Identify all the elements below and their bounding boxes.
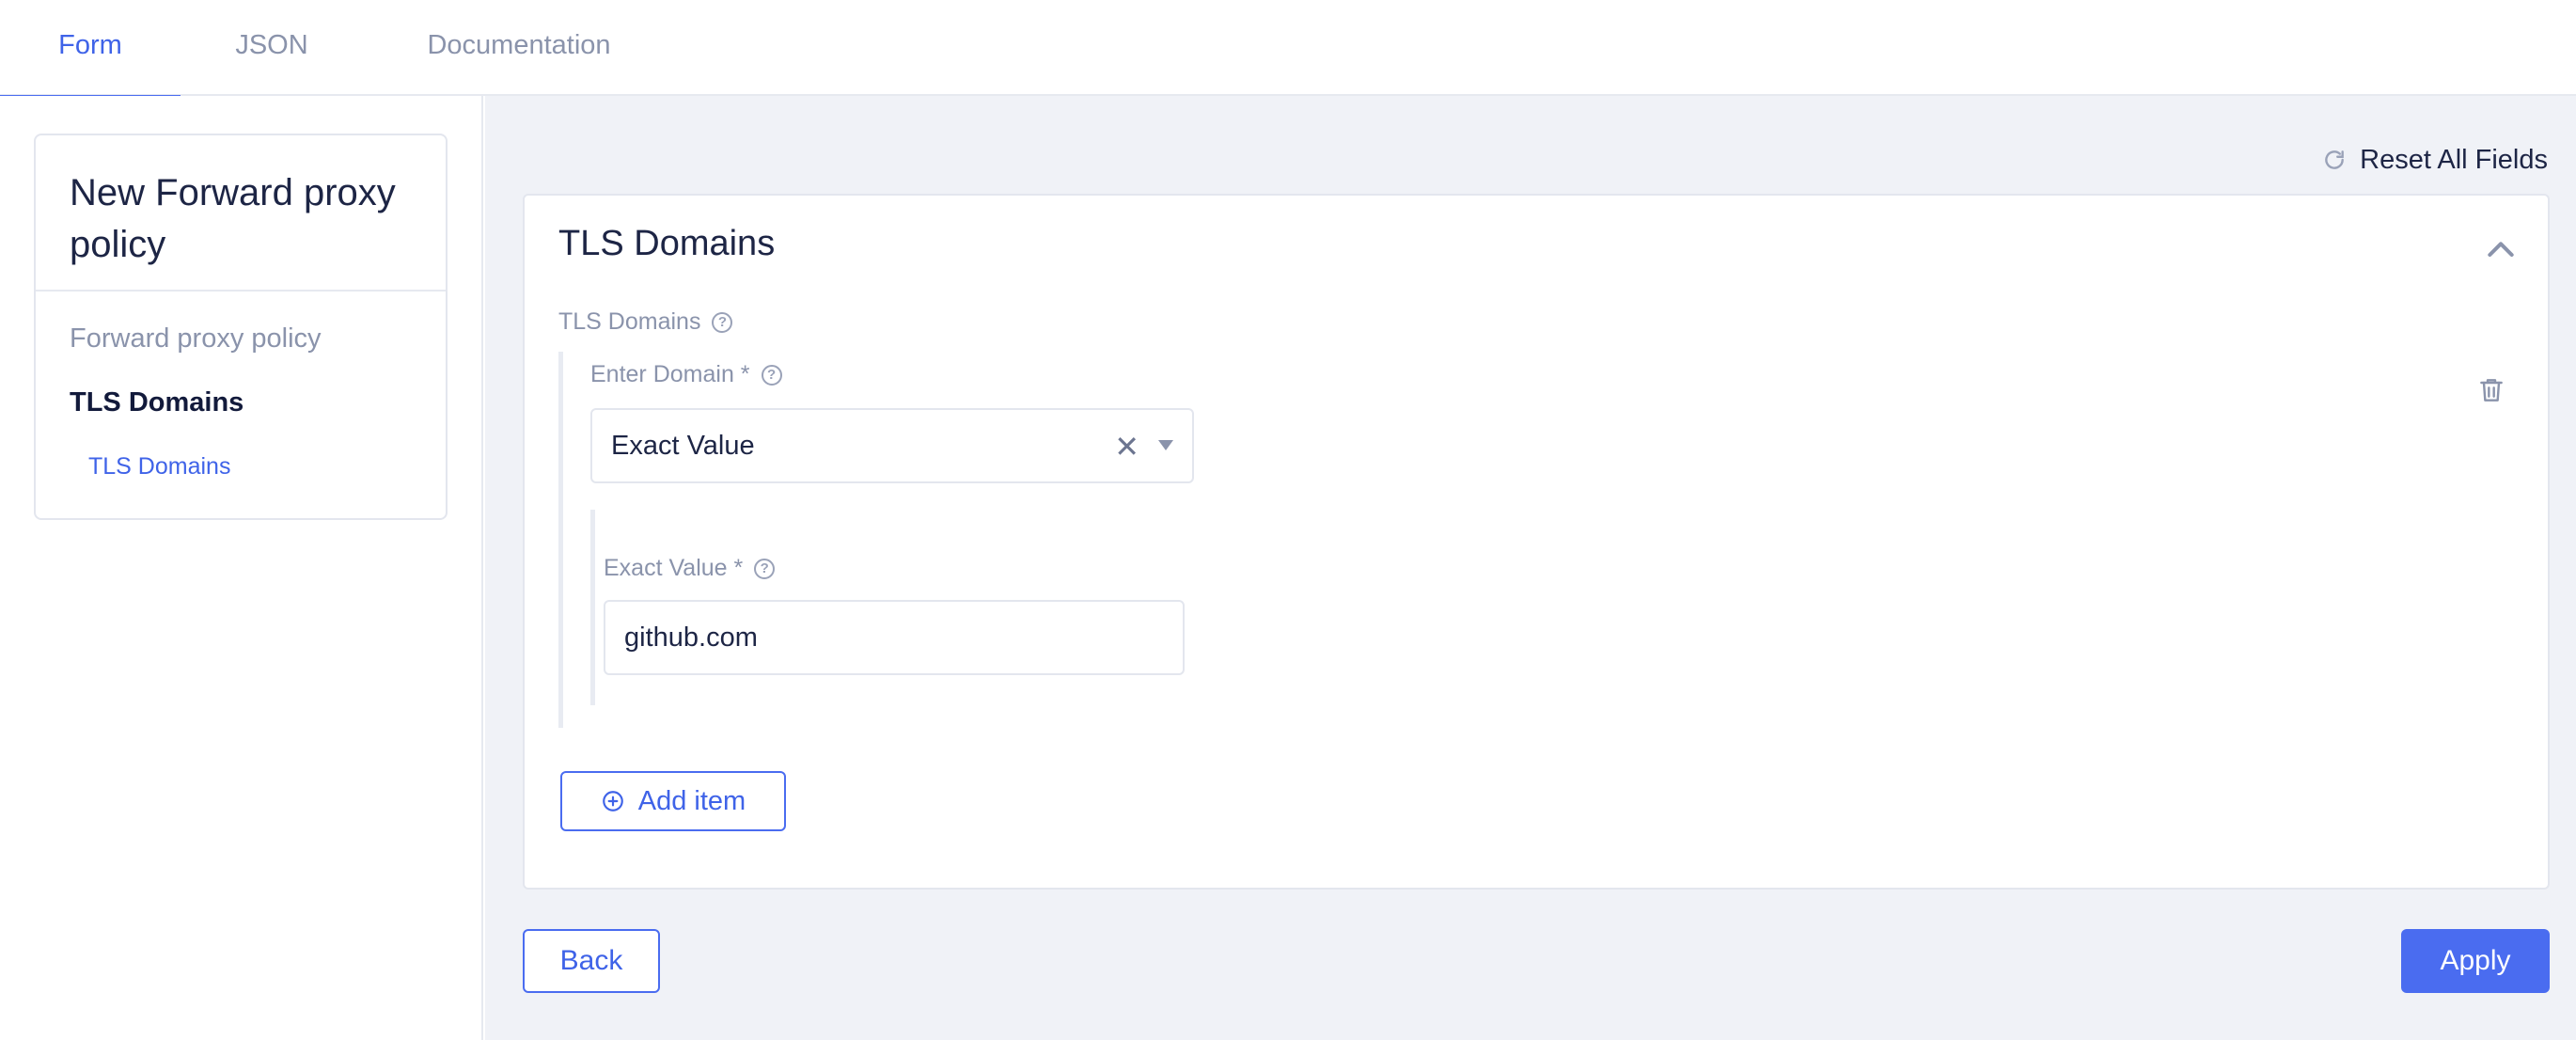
question-circle-icon[interactable]: ? (761, 364, 782, 386)
exact-value-label-text: Exact Value * (604, 555, 744, 581)
back-button[interactable]: Back (523, 929, 660, 993)
enter-domain-label-text: Enter Domain * (590, 361, 750, 387)
domain-type-selected-value: Exact Value (611, 431, 755, 461)
chevron-up-icon[interactable] (2482, 231, 2520, 269)
tab-json[interactable]: JSON (181, 0, 363, 96)
apply-button[interactable]: Apply (2401, 929, 2550, 993)
question-circle-icon[interactable]: ? (754, 558, 776, 579)
trash-icon[interactable] (2476, 374, 2506, 406)
nav-divider (36, 290, 446, 292)
caret-down-icon[interactable] (1158, 440, 1173, 450)
tab-form[interactable]: Form (0, 0, 181, 98)
sidebar: New Forward proxy policy Forward proxy p… (0, 96, 483, 1040)
question-circle-icon[interactable]: ? (712, 311, 733, 333)
list-item-indent-bar (558, 352, 563, 728)
page-title: New Forward proxy policy (70, 172, 396, 265)
tls-domains-field-label: TLS Domains ? (558, 308, 733, 336)
reset-all-fields-button[interactable]: Reset All Fields (2322, 141, 2548, 179)
enter-domain-label: Enter Domain * ? (590, 361, 782, 388)
section-nav-card: New Forward proxy policy Forward proxy p… (34, 134, 448, 520)
tls-domains-panel: TLS Domains TLS Domains ? Enter Domain *… (523, 194, 2550, 890)
main-content: Reset All Fields TLS Domains TLS Domains… (485, 96, 2576, 1040)
nested-indent-bar (590, 510, 595, 705)
tls-domains-label-text: TLS Domains (558, 308, 701, 335)
nav-item-forward-proxy-policy[interactable]: Forward proxy policy (70, 323, 322, 355)
exact-value-label: Exact Value * ? (604, 555, 776, 582)
close-icon[interactable]: ✕ (1114, 429, 1139, 465)
exact-value-input[interactable] (604, 600, 1185, 675)
add-item-label: Add item (637, 785, 746, 816)
reset-all-fields-label: Reset All Fields (2360, 144, 2548, 175)
plus-circle-icon (602, 791, 623, 812)
add-item-button[interactable]: Add item (560, 771, 786, 831)
panel-title: TLS Domains (558, 224, 776, 263)
top-tab-bar: Form JSON Documentation (0, 0, 2576, 98)
domain-type-select[interactable]: Exact Value ✕ (590, 408, 1194, 483)
tab-documentation[interactable]: Documentation (395, 0, 643, 96)
nav-subitem-tls-domains[interactable]: TLS Domains (88, 453, 230, 481)
nav-item-tls-domains[interactable]: TLS Domains (70, 387, 243, 418)
refresh-icon (2325, 150, 2344, 169)
